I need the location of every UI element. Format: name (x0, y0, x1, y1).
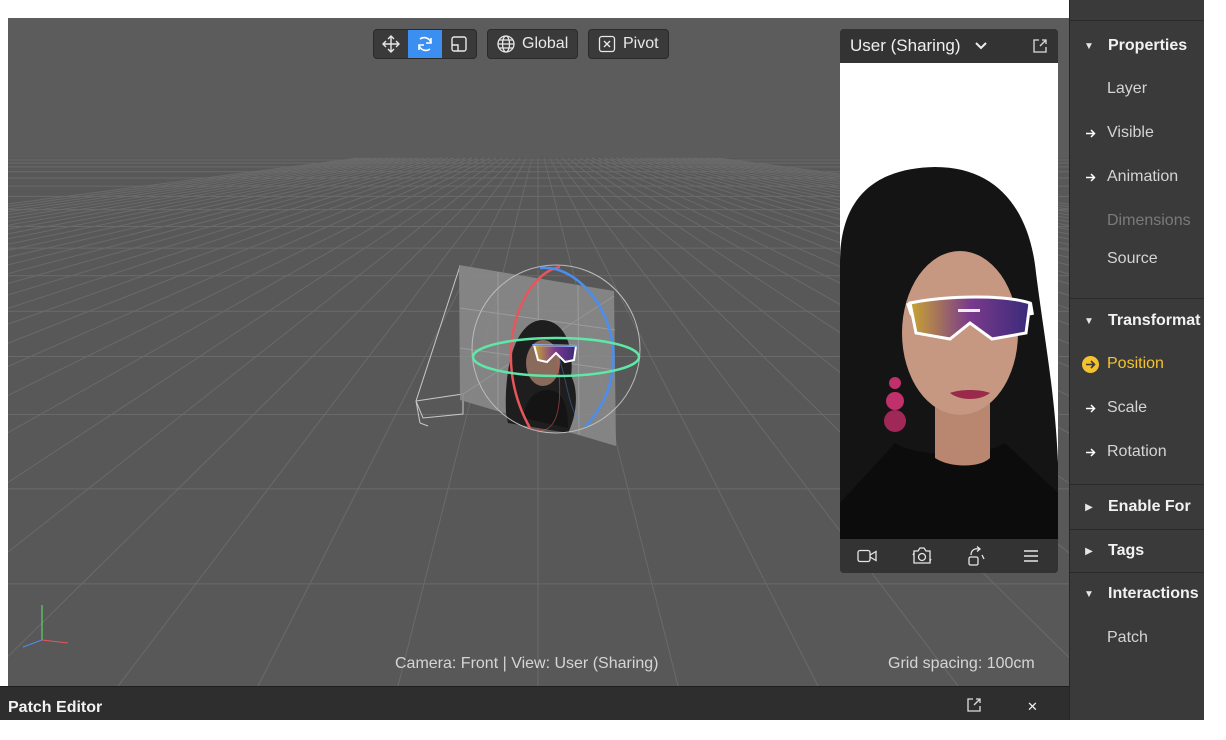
preview-device-selector[interactable]: User (Sharing) (850, 36, 961, 56)
camera-info-text: Camera: Front | View: User (Sharing) (395, 655, 659, 672)
simulator-preview: User (Sharing) (840, 29, 1058, 573)
popout-icon[interactable] (1032, 38, 1048, 54)
interactions-header-label: Interactions (1108, 585, 1199, 602)
tags-header-label: Tags (1108, 542, 1145, 559)
preview-footer (840, 539, 1058, 573)
property-label: Layer (1107, 80, 1148, 97)
move-tool-button[interactable] (374, 30, 408, 58)
menu-icon (1023, 550, 1038, 562)
property-label: Dimensions (1107, 212, 1191, 229)
triangle-down-icon: ▼ (1084, 315, 1094, 327)
close-icon[interactable]: ✕ (1027, 699, 1038, 715)
preview-header: User (Sharing) (840, 29, 1058, 63)
chevron-down-icon[interactable] (974, 42, 987, 50)
property-label: Source (1107, 250, 1158, 267)
rotate-tool-button[interactable] (408, 30, 442, 58)
inspector-panel: ▼ Properties Layer Visible Animation Dim… (1069, 0, 1204, 720)
arrow-right-icon[interactable] (1082, 168, 1099, 186)
patch-editor-title: Patch Editor (8, 699, 103, 716)
properties-section-header[interactable]: ▼ Properties (1070, 34, 1204, 58)
property-scale[interactable]: Scale (1070, 395, 1204, 421)
arrow-right-icon[interactable] (1082, 443, 1099, 461)
property-patch[interactable]: Patch (1070, 625, 1204, 651)
property-animation[interactable]: Animation (1070, 164, 1204, 190)
enable-for-section-header[interactable]: ▶ Enable For (1070, 495, 1204, 519)
interactions-section-header[interactable]: ▼ Interactions (1070, 582, 1204, 606)
arrow-right-icon[interactable] (1082, 355, 1099, 373)
property-dimensions: Dimensions (1070, 208, 1204, 234)
pivot-toggle: Pivot (588, 29, 669, 59)
property-layer[interactable]: Layer (1070, 76, 1204, 102)
pivot-icon (598, 35, 616, 53)
move-icon (382, 35, 400, 53)
triangle-right-icon: ▶ (1085, 545, 1093, 557)
patch-editor-bar: Patch Editor ✕ (0, 686, 1069, 720)
property-position[interactable]: Position (1070, 351, 1204, 377)
property-label: Visible (1107, 124, 1154, 141)
scale-icon (451, 36, 467, 52)
flip-camera-button[interactable] (902, 539, 942, 573)
pivot-button[interactable]: Pivot (589, 30, 668, 58)
scale-tool-button[interactable] (442, 30, 476, 58)
enable-for-header-label: Enable For (1108, 498, 1191, 515)
coordinate-space-toggle: Global (487, 29, 579, 59)
scene-viewport[interactable]: Global Pivot User (Sharing) Camera: Fron… (8, 18, 1069, 686)
record-video-button[interactable] (847, 539, 887, 573)
transformations-section-header[interactable]: ▼ Transformat (1070, 309, 1204, 333)
property-label: Rotation (1107, 443, 1167, 460)
arrow-right-icon[interactable] (1082, 399, 1099, 417)
rotate-icon (418, 36, 432, 52)
rotate-device-icon (968, 546, 985, 566)
axis-indicator (22, 605, 69, 648)
pivot-label: Pivot (623, 35, 659, 52)
preview-menu-button[interactable] (1011, 539, 1051, 573)
properties-header-label: Properties (1108, 37, 1188, 54)
rotate-device-button[interactable] (956, 539, 996, 573)
property-label: Position (1107, 355, 1164, 372)
property-label: Patch (1107, 629, 1148, 646)
global-label: Global (522, 35, 569, 52)
property-label: Animation (1107, 168, 1179, 185)
triangle-down-icon: ▼ (1084, 588, 1094, 600)
preview-screen[interactable] (840, 63, 1058, 539)
property-label: Scale (1107, 399, 1148, 416)
transformations-header-label: Transformat (1108, 312, 1201, 329)
property-rotation[interactable]: Rotation (1070, 439, 1204, 465)
transform-toolbar (373, 29, 477, 59)
triangle-down-icon: ▼ (1084, 40, 1094, 52)
property-visible[interactable]: Visible (1070, 120, 1204, 146)
triangle-right-icon: ▶ (1085, 501, 1093, 513)
global-space-button[interactable]: Global (488, 30, 577, 58)
grid-spacing-text: Grid spacing: 100cm (888, 655, 1035, 672)
preview-camera-feed (840, 167, 1058, 539)
section-divider (1070, 298, 1204, 299)
tags-section-header[interactable]: ▶ Tags (1070, 539, 1204, 563)
globe-icon (497, 35, 515, 53)
video-camera-icon (857, 549, 877, 563)
section-divider (1070, 484, 1204, 485)
arrow-right-icon[interactable] (1082, 124, 1099, 142)
section-divider (1070, 572, 1204, 573)
property-source[interactable]: Source (1070, 246, 1204, 272)
section-divider (1070, 529, 1204, 530)
section-divider (1070, 20, 1204, 21)
camera-flip-icon (912, 547, 932, 564)
popout-icon[interactable] (966, 697, 982, 718)
